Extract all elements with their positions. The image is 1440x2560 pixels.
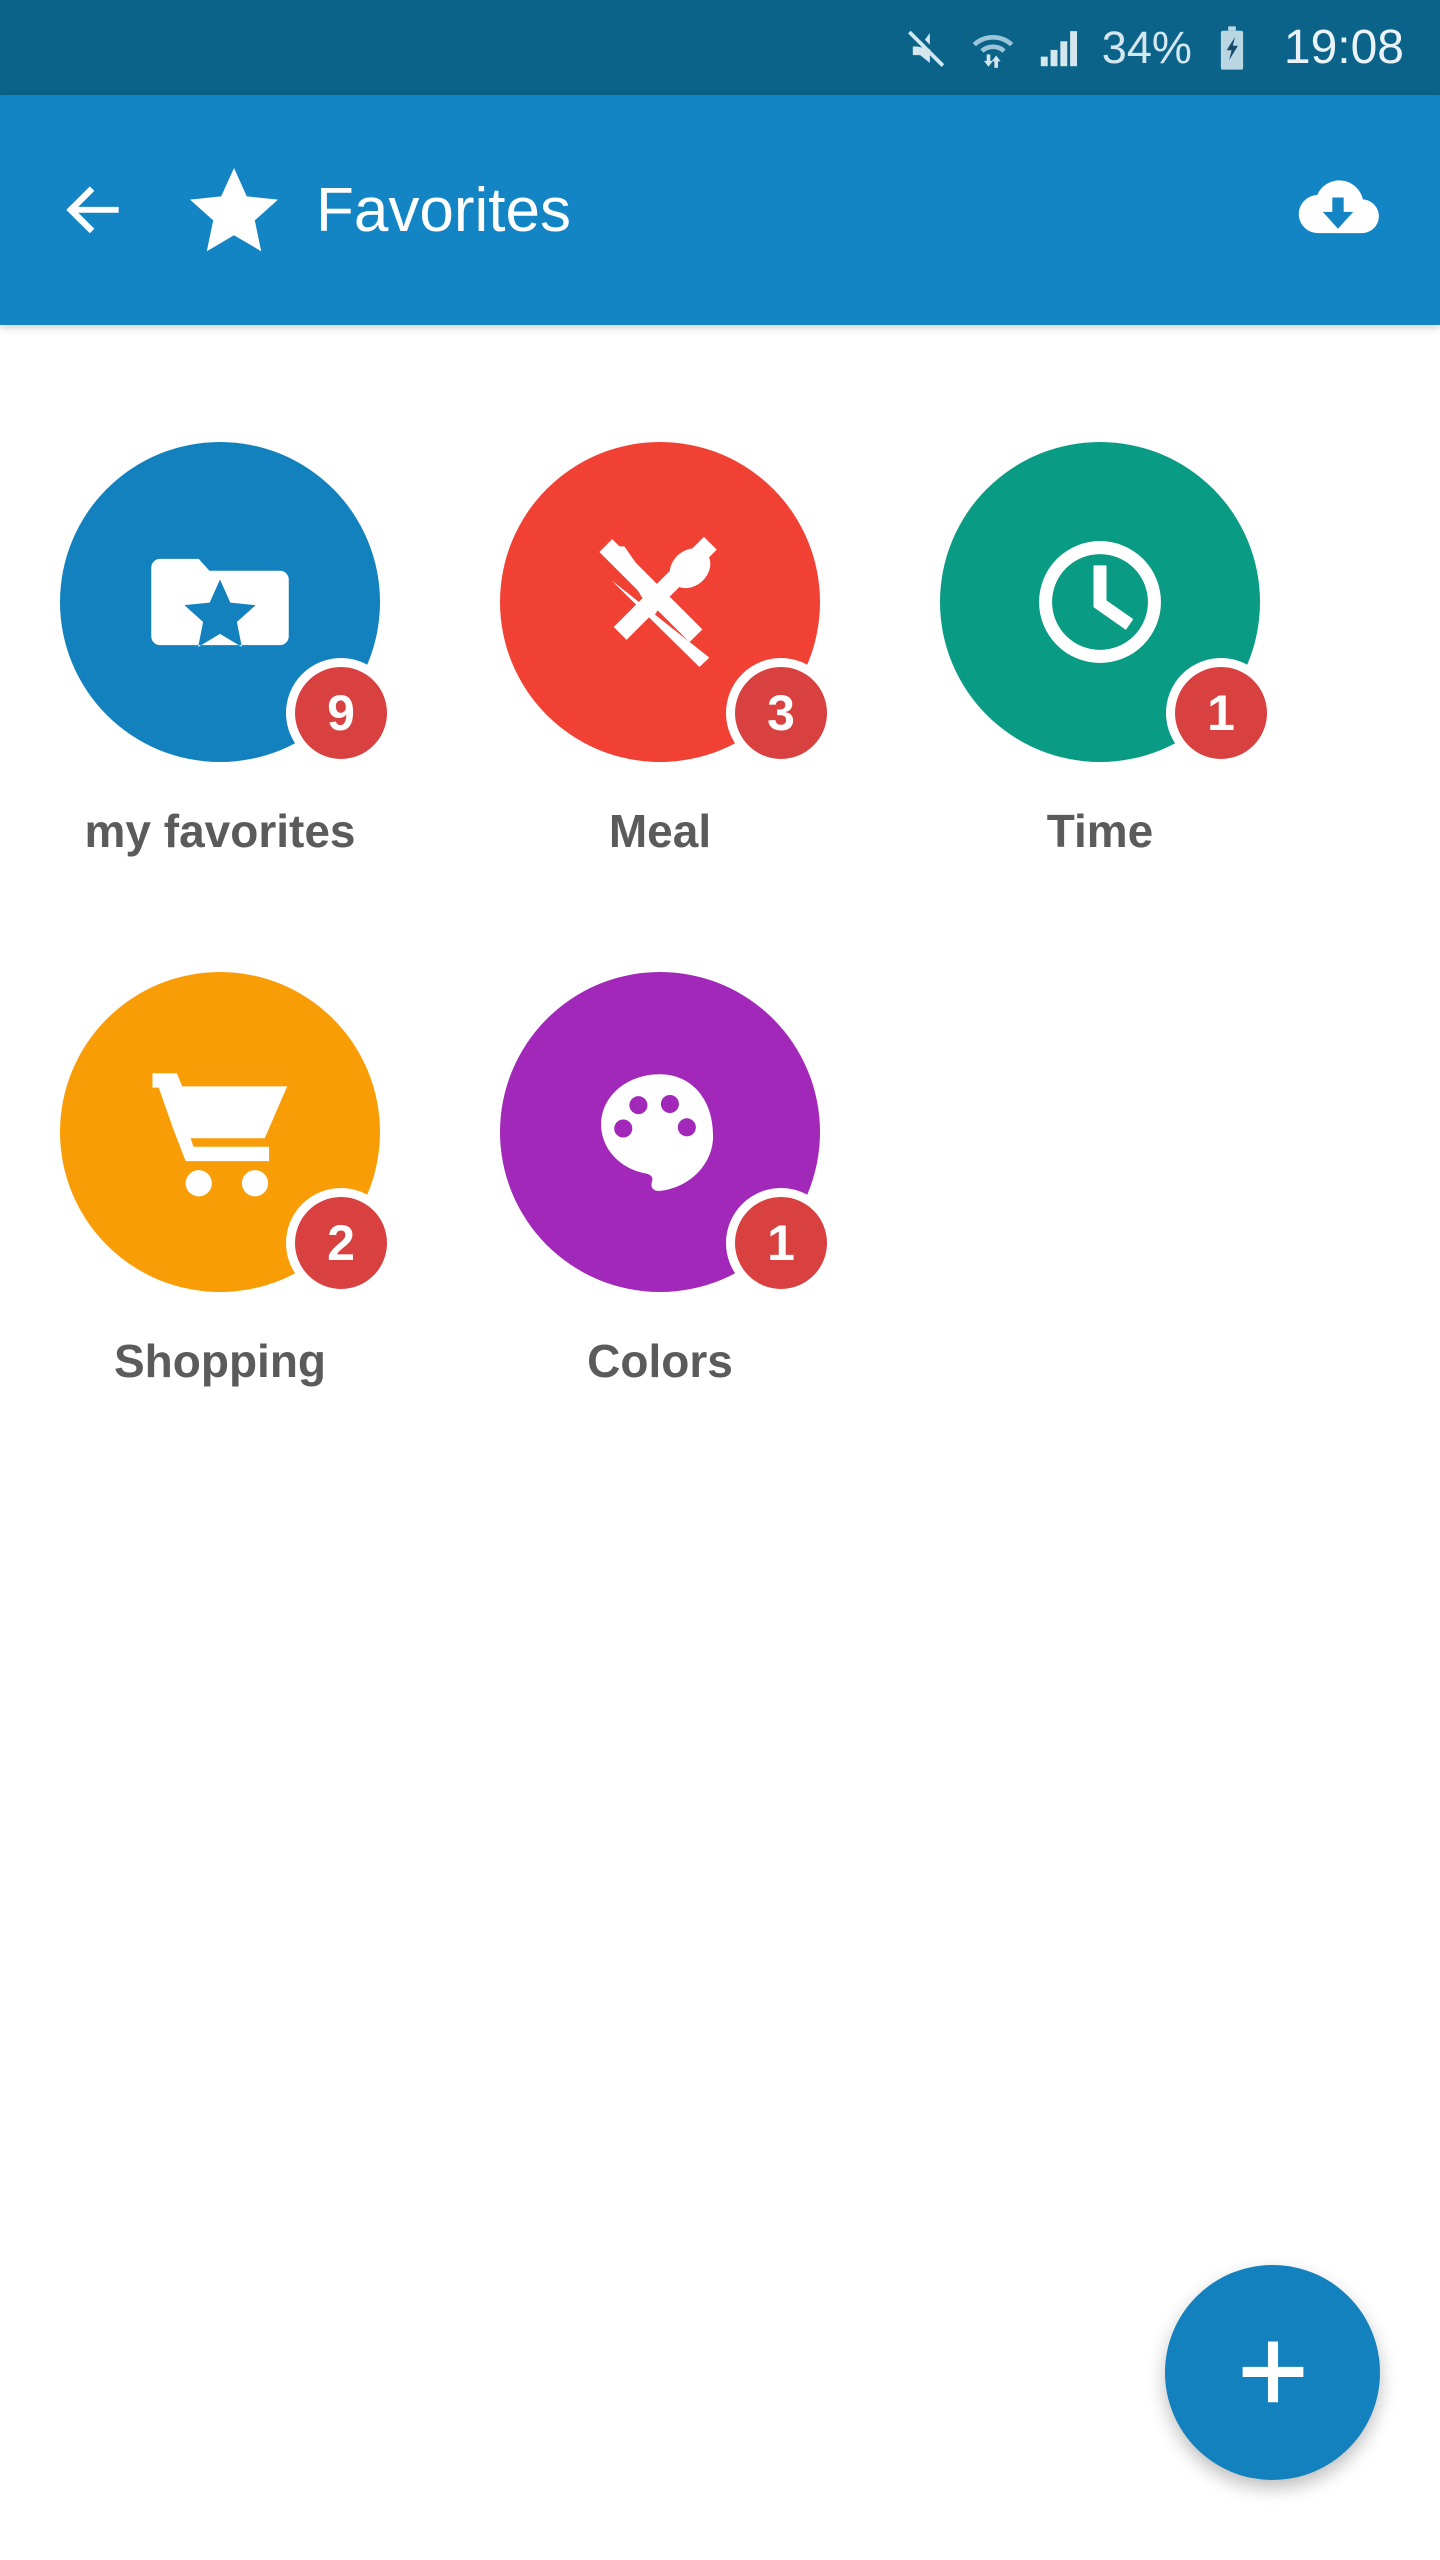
tile-wrap: 1 [940, 442, 1276, 768]
back-arrow-icon[interactable] [48, 164, 140, 256]
favorites-grid: 9 my favorites 3 Meal 1 Time 2 Shopping … [0, 420, 1440, 1480]
palette-icon [585, 1057, 735, 1207]
tile-wrap: 1 [500, 972, 836, 1298]
badge-count: 1 [1166, 658, 1276, 768]
knife-spoon-icon [585, 527, 735, 677]
content-area: 9 my favorites 3 Meal 1 Time 2 Shopping … [0, 325, 1440, 2560]
grid-item-my-favorites[interactable]: 9 my favorites [0, 420, 440, 950]
badge-count: 2 [286, 1188, 396, 1298]
badge-count: 1 [726, 1188, 836, 1298]
grid-item-colors[interactable]: 1 Colors [440, 950, 880, 1480]
shopping-cart-icon [145, 1057, 295, 1207]
tile-wrap: 3 [500, 442, 836, 768]
page-title: Favorites [316, 175, 571, 245]
tile-label: my favorites [84, 805, 356, 857]
app-bar: Favorites [0, 95, 1440, 325]
grid-item-meal[interactable]: 3 Meal [440, 420, 880, 950]
wifi-transfer-icon [970, 25, 1016, 71]
plus-icon [1242, 2341, 1303, 2402]
app-root: 34% 19:08 Favorites 9 my favorites 3 Mea… [0, 0, 1440, 2560]
status-bar: 34% 19:08 [0, 0, 1440, 95]
tile-label: Meal [608, 805, 712, 857]
star-icon [186, 162, 282, 258]
badge-count: 3 [726, 658, 836, 768]
cloud-download-icon[interactable] [1288, 160, 1388, 260]
add-fab-button[interactable] [1165, 2265, 1380, 2480]
tile-label: Colors [587, 1335, 733, 1387]
battery-charging-icon [1212, 25, 1252, 71]
grid-item-shopping[interactable]: 2 Shopping [0, 950, 440, 1480]
clock-icon [1025, 527, 1175, 677]
tile-label: Time [1046, 805, 1154, 857]
tile-label: Shopping [113, 1335, 327, 1387]
tile-wrap: 2 [60, 972, 396, 1298]
signal-bars-icon [1036, 25, 1082, 71]
mute-icon [904, 25, 950, 71]
status-bar-clock: 19:08 [1283, 20, 1404, 74]
tile-wrap: 9 [60, 442, 396, 768]
battery-percent-text: 34% [1101, 22, 1192, 73]
badge-count: 9 [286, 658, 396, 768]
folder-star-icon [145, 527, 295, 677]
grid-item-time[interactable]: 1 Time [880, 420, 1320, 950]
